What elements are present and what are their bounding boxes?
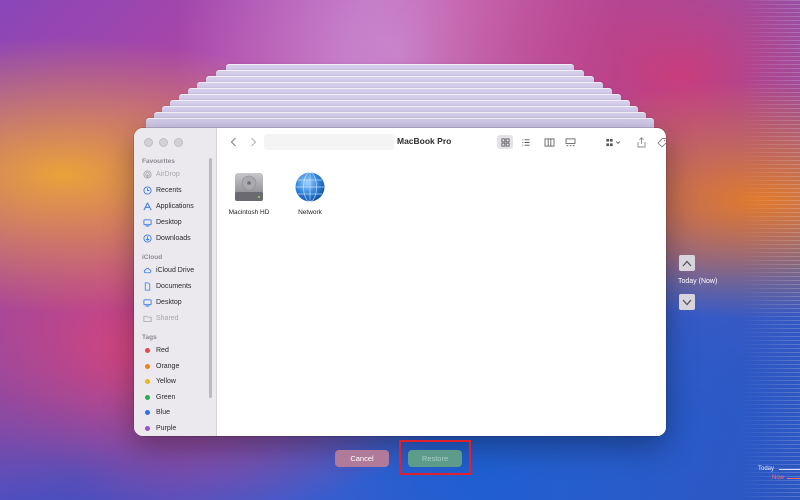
download-icon <box>143 234 152 243</box>
chevron-right-icon <box>250 137 256 147</box>
timeline-today-marker <box>779 469 800 470</box>
timeline-up-button[interactable] <box>679 255 695 271</box>
tag-button[interactable] <box>656 135 666 149</box>
desktop-icon <box>143 298 152 307</box>
sidebar-item-shared[interactable]: Shared <box>143 312 179 325</box>
tag-dot-icon <box>145 364 150 369</box>
timeline-current-date: Today (Now) <box>678 278 718 285</box>
sidebar-header-tags: Tags <box>142 334 157 341</box>
share-button[interactable] <box>635 135 647 149</box>
cancel-button[interactable]: Cancel <box>335 450 389 467</box>
tag-icon <box>656 137 666 148</box>
tag-dot-icon <box>145 395 150 400</box>
sidebar-item-tag-purple[interactable]: Purple <box>143 422 176 435</box>
file-label: Macintosh HD <box>228 209 270 216</box>
sidebar-item-tag-orange[interactable]: Orange <box>143 360 179 373</box>
sidebar-item-label: iCloud Drive <box>156 267 195 274</box>
timeline-ruler[interactable] <box>740 0 800 500</box>
sidebar-item-label: Desktop <box>156 299 182 306</box>
tag-dot-icon <box>145 426 150 431</box>
sidebar-item-applications[interactable]: Applications <box>143 200 194 213</box>
chevron-left-icon <box>230 137 236 147</box>
zoom-window-button[interactable] <box>174 138 183 147</box>
toolbar: MacBook Pro <box>217 128 666 156</box>
sidebar-item-recents[interactable]: Recents <box>143 184 182 197</box>
sidebar-item-documents[interactable]: Documents <box>143 280 191 293</box>
cloud-icon <box>143 266 152 275</box>
tag-dot-icon <box>145 410 150 415</box>
minimize-window-button[interactable] <box>159 138 168 147</box>
sidebar-scrollbar[interactable] <box>209 158 212 398</box>
network-globe-icon <box>295 172 325 202</box>
applications-icon <box>143 202 152 211</box>
window-title: MacBook Pro <box>397 136 452 146</box>
tag-dot-icon <box>145 348 150 353</box>
file-browser-content: Macintosh HD Network <box>217 156 666 436</box>
restore-button[interactable]: Restore <box>408 450 462 467</box>
sidebar-item-tag-yellow[interactable]: Yellow <box>143 375 176 388</box>
tag-dot-icon <box>145 379 150 384</box>
sidebar-item-icloud-desktop[interactable]: Desktop <box>143 296 182 309</box>
chevron-up-icon <box>682 260 692 266</box>
window-controls <box>144 138 183 147</box>
column-view-button[interactable] <box>542 135 556 149</box>
finder-window: Favourites AirDrop Recents Applications … <box>134 128 666 436</box>
sidebar-item-label: Purple <box>156 425 177 432</box>
forward-button[interactable] <box>247 135 259 149</box>
sidebar-item-label: Red <box>156 347 169 354</box>
sidebar-item-label: Desktop <box>156 219 182 226</box>
sidebar-item-icloud-drive[interactable]: iCloud Drive <box>143 264 194 277</box>
timeline-today-label[interactable]: Today <box>758 466 774 472</box>
list-icon <box>522 138 530 146</box>
file-label: Network <box>298 209 322 216</box>
sidebar-item-label: Blue <box>156 409 171 416</box>
columns-icon <box>544 137 554 147</box>
list-view-button[interactable] <box>519 135 533 149</box>
shared-folder-icon <box>143 314 152 323</box>
timeline-now-label[interactable]: Now <box>772 475 784 481</box>
gallery-view-button[interactable] <box>563 135 577 149</box>
gallery-icon <box>565 137 575 146</box>
sidebar-item-label: Yellow <box>156 378 176 385</box>
sidebar-item-label: Downloads <box>156 235 191 242</box>
icon-view-button[interactable] <box>497 135 513 149</box>
clock-icon <box>143 186 152 195</box>
sidebar-item-desktop[interactable]: Desktop <box>143 216 182 229</box>
desktop-icon <box>143 218 152 227</box>
file-item-network[interactable]: Network <box>275 170 345 216</box>
chevron-down-icon <box>682 299 692 305</box>
document-icon <box>143 282 152 291</box>
timeline-now-marker <box>787 478 800 479</box>
sidebar-item-label: Documents <box>156 283 192 290</box>
timeline-down-button[interactable] <box>679 294 695 310</box>
airdrop-icon <box>143 170 152 179</box>
share-icon <box>637 136 645 147</box>
sidebar-item-label: Orange <box>156 363 180 370</box>
sidebar-item-label: Green <box>156 394 176 401</box>
sidebar-item-label: Shared <box>156 315 179 322</box>
file-item-macintosh-hd[interactable]: Macintosh HD <box>214 170 284 216</box>
sidebar: Favourites AirDrop Recents Applications … <box>134 128 217 436</box>
close-window-button[interactable] <box>144 138 153 147</box>
sidebar-item-label: Recents <box>156 187 182 194</box>
sidebar-item-label: Applications <box>156 203 194 210</box>
sidebar-item-label: AirDrop <box>156 171 180 178</box>
grid-icon <box>500 137 510 147</box>
sidebar-item-tag-blue[interactable]: Blue <box>143 406 170 419</box>
sidebar-item-airdrop[interactable]: AirDrop <box>143 168 180 181</box>
group-by-button[interactable] <box>603 135 625 149</box>
sidebar-item-downloads[interactable]: Downloads <box>143 232 191 245</box>
hard-drive-icon <box>235 173 263 201</box>
sidebar-item-tag-green[interactable]: Green <box>143 391 175 404</box>
sidebar-item-tag-red[interactable]: Red <box>143 344 169 357</box>
sidebar-header-favourites: Favourites <box>142 158 175 165</box>
sidebar-header-icloud: iCloud <box>142 254 163 261</box>
back-button[interactable] <box>227 135 239 149</box>
title-backdrop <box>264 134 394 150</box>
group-grid-icon <box>606 138 621 146</box>
